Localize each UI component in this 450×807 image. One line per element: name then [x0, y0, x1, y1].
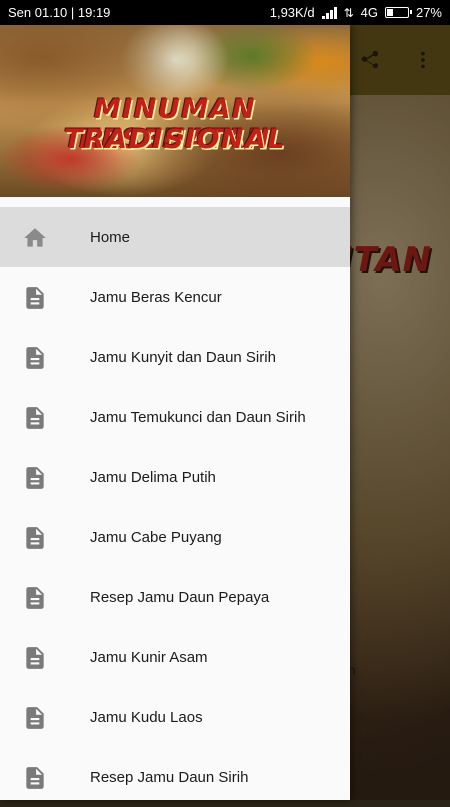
document-icon	[22, 285, 48, 311]
drawer-item-label: Jamu Kunir Asam	[90, 648, 208, 666]
drawer-item-7[interactable]: Jamu Kunir Asam	[0, 627, 350, 687]
document-icon	[22, 765, 48, 791]
network-speed: 1,93K/d	[269, 5, 315, 20]
drawer-item-label: Jamu Kunyit dan Daun Sirih	[90, 348, 276, 366]
drawer-item-home[interactable]: Home	[0, 207, 350, 267]
drawer-item-2[interactable]: Jamu Kunyit dan Daun Sirih	[0, 327, 350, 387]
drawer-item-1[interactable]: Jamu Beras Kencur	[0, 267, 350, 327]
drawer-item-label: Jamu Cabe Puyang	[90, 528, 222, 546]
document-icon	[22, 645, 48, 671]
drawer-item-4[interactable]: Jamu Delima Putih	[0, 447, 350, 507]
home-icon	[22, 225, 48, 251]
drawer-item-label: Jamu Delima Putih	[90, 468, 216, 486]
wifi-icon: ⇅	[343, 5, 354, 20]
battery-percent: 27%	[415, 5, 442, 20]
document-icon	[22, 525, 48, 551]
document-icon	[22, 585, 48, 611]
document-icon	[22, 345, 48, 371]
drawer-header-title-line2: TRADISIONAL	[63, 124, 287, 155]
status-right-group: 1,93K/d ⇅ 4G 27%	[270, 5, 442, 20]
signal-icon	[321, 6, 337, 19]
document-icon	[22, 705, 48, 731]
drawer-item-label: Jamu Kudu Laos	[90, 708, 203, 726]
drawer-header-image: MINUMAN KESEHATAN TRADISIONAL	[0, 25, 350, 197]
status-bar: Sen 01.10 | 19:19 1,93K/d ⇅ 4G 27%	[0, 0, 450, 25]
drawer-item-3[interactable]: Jamu Temukunci dan Daun Sirih	[0, 387, 350, 447]
drawer-item-label: Home	[90, 228, 131, 246]
drawer-item-6[interactable]: Resep Jamu Daun Pepaya	[0, 567, 350, 627]
drawer-item-label: Resep Jamu Daun Pepaya	[90, 588, 270, 606]
drawer-item-label: Jamu Temukunci dan Daun Sirih	[90, 408, 306, 426]
network-type: 4G	[360, 5, 378, 20]
drawer-item-5[interactable]: Jamu Cabe Puyang	[0, 507, 350, 567]
navigation-drawer: MINUMAN KESEHATAN TRADISIONAL Home Jamu B…	[0, 25, 350, 800]
document-icon	[22, 405, 48, 431]
drawer-item-label: Resep Jamu Daun Sirih	[90, 768, 249, 786]
document-icon	[22, 465, 48, 491]
drawer-item-8[interactable]: Jamu Kudu Laos	[0, 687, 350, 747]
battery-icon	[384, 7, 412, 18]
drawer-item-9[interactable]: Resep Jamu Daun Sirih	[0, 747, 350, 807]
drawer-item-label: Jamu Beras Kencur	[90, 288, 222, 306]
drawer-menu: Home Jamu Beras Kencur Jamu Kunyit dan Dau…	[0, 207, 350, 807]
status-time: Sen 01.10 | 19:19	[8, 5, 111, 20]
header-divider	[0, 197, 350, 207]
